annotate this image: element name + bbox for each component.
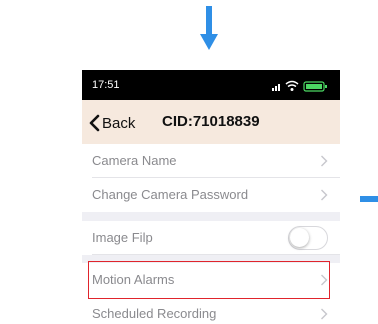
image-flip-toggle[interactable] bbox=[288, 226, 328, 250]
divider bbox=[92, 254, 340, 255]
chevron-right-icon bbox=[321, 189, 328, 201]
status-time: 17:51 bbox=[92, 79, 120, 91]
battery-icon bbox=[303, 81, 327, 92]
back-button[interactable]: Back bbox=[88, 113, 135, 133]
camera-name-label: Camera Name bbox=[92, 153, 177, 168]
change-password-row[interactable]: Change Camera Password bbox=[82, 178, 340, 212]
page-title: CID:71018839 bbox=[162, 113, 260, 130]
motion-alarms-highlight bbox=[88, 261, 330, 299]
chevron-right-icon bbox=[321, 308, 328, 320]
arrow-right-icon bbox=[360, 196, 378, 202]
image-flip-row: Image Filp bbox=[82, 221, 340, 255]
image-flip-label: Image Filp bbox=[92, 230, 153, 245]
navigation-bar: Back CID:71018839 bbox=[82, 100, 340, 144]
back-label: Back bbox=[102, 114, 136, 132]
signal-icon bbox=[272, 84, 280, 91]
toggle-knob bbox=[290, 228, 309, 247]
scheduled-recording-row[interactable]: Scheduled Recording bbox=[82, 297, 340, 324]
status-bar: 17:51 bbox=[82, 70, 340, 100]
phone-screen: 17:51 Back CID:71018839 Camera Name Chan… bbox=[82, 70, 340, 324]
wifi-icon bbox=[285, 80, 299, 91]
back-chevron-icon bbox=[89, 114, 100, 132]
arrow-down-icon bbox=[200, 6, 218, 50]
status-icons bbox=[272, 80, 327, 92]
camera-name-row[interactable]: Camera Name bbox=[82, 144, 340, 178]
change-password-label: Change Camera Password bbox=[92, 187, 249, 202]
scheduled-recording-label: Scheduled Recording bbox=[92, 306, 217, 321]
chevron-right-icon bbox=[321, 155, 328, 167]
